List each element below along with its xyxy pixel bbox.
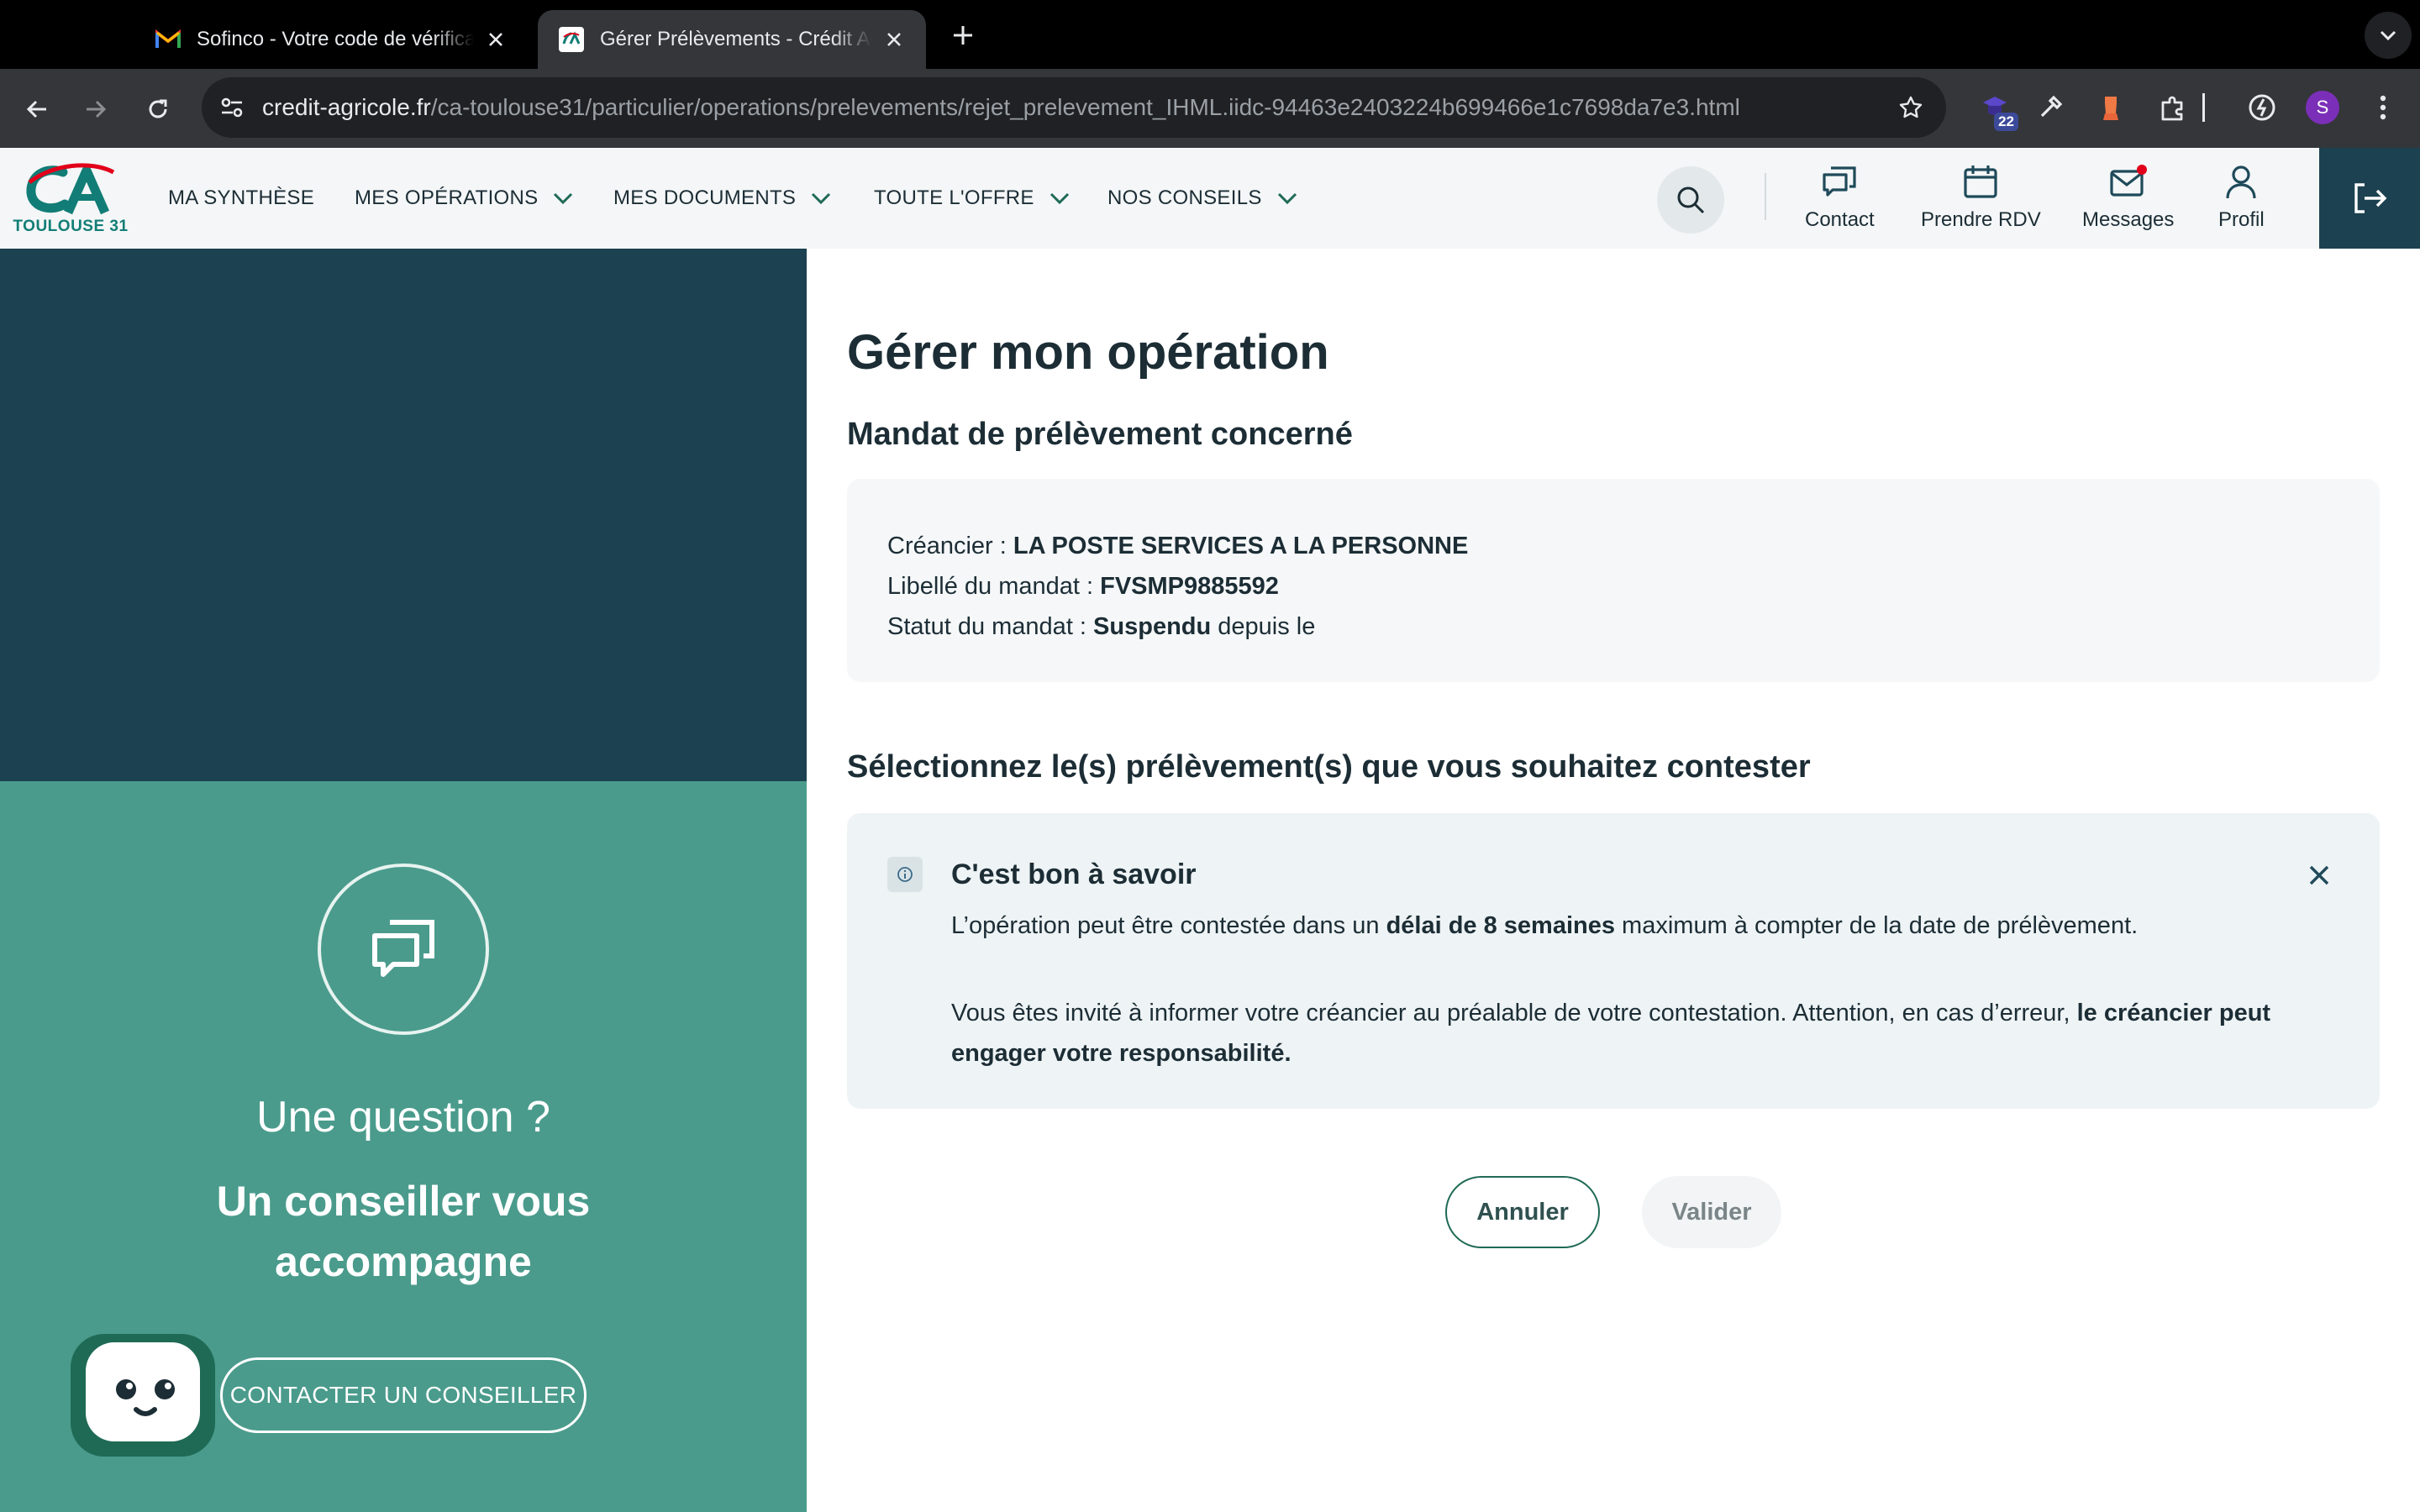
info-p1-end: maximum à compter de la date de prélèvem…: [1615, 912, 2139, 939]
nav-label: NOS CONSEILS: [1107, 186, 1262, 209]
gmail-icon: [155, 26, 182, 53]
mandat-heading: Mandat de prélèvement concerné: [847, 417, 1353, 452]
address-bar[interactable]: credit-agricole.fr/ca-toulouse31/particu…: [202, 77, 1946, 138]
prendre-rdv-button[interactable]: Prendre RDV: [1921, 160, 2041, 232]
search-button[interactable]: [1657, 166, 1724, 234]
nav-label: MES OPÉRATIONS: [355, 186, 539, 209]
nav-nos-conseils[interactable]: NOS CONSEILS: [1107, 183, 1299, 213]
site-settings-icon[interactable]: [213, 89, 250, 126]
advisor-line-2: accompagne: [275, 1238, 532, 1285]
nav-mes-operations[interactable]: MES OPÉRATIONS: [355, 183, 575, 213]
tab-search-chevron-icon[interactable]: [2365, 12, 2412, 59]
url-domain: credit-agricole.fr: [262, 94, 431, 120]
left-panel-top: [0, 249, 807, 781]
statut-row: Statut du mandat : Suspendu depuis le: [887, 606, 2380, 647]
contact-button[interactable]: Contact: [1805, 160, 1875, 232]
user-icon: [2219, 160, 2263, 203]
credit-agricole-logo[interactable]: TOULOUSE 31: [0, 148, 141, 249]
info-title: C'est bon à savoir: [951, 858, 1197, 890]
extension-badge: 22: [1994, 113, 2018, 131]
creancier-value: LA POSTE SERVICES A LA PERSONNE: [1013, 533, 1469, 559]
calendar-icon: [1959, 160, 2002, 203]
tab-title: Sofinco - Votre code de vérification: [197, 28, 474, 50]
statut-value: Suspendu: [1093, 613, 1212, 640]
creancier-row: Créancier : LA POSTE SERVICES A LA PERSO…: [887, 526, 2380, 566]
statut-label: Statut du mandat :: [887, 613, 1094, 640]
nav-label: MA SYNTHÈSE: [168, 186, 315, 209]
info-paragraph-2: Vous êtes invité à informer votre créanc…: [951, 993, 2329, 1074]
advisor-chat-circle: [318, 864, 489, 1035]
tab-title: Gérer Prélèvements - Crédit Agricole: [600, 28, 872, 50]
mandat-card: Créancier : LA POSTE SERVICES A LA PERSO…: [847, 479, 2380, 682]
info-paragraph-1: L’opération peut être contestée dans un …: [951, 912, 2138, 940]
chevron-down-icon: [553, 187, 575, 209]
rdv-label: Prendre RDV: [1921, 208, 2041, 231]
nav-mes-documents[interactable]: MES DOCUMENTS: [613, 183, 833, 213]
chevron-down-icon: [1277, 187, 1299, 209]
extension-icon[interactable]: 22: [1975, 87, 2018, 131]
info-p2-start: Vous êtes invité à informer votre créanc…: [951, 1000, 2077, 1026]
nav-label: TOUTE L'OFFRE: [874, 186, 1034, 209]
info-p1-bold: délai de 8 semaines: [1386, 912, 1615, 939]
header-divider: [1765, 173, 1766, 220]
mail-icon: [2107, 160, 2150, 203]
contact-advisor-button[interactable]: CONTACTER UN CONSEILLER: [220, 1357, 587, 1433]
cancel-button[interactable]: Annuler: [1445, 1176, 1600, 1248]
new-tab-icon[interactable]: [946, 18, 980, 52]
search-icon: [1676, 185, 1706, 215]
nav-label: MES DOCUMENTS: [613, 186, 797, 209]
eyedropper-extension-icon[interactable]: [2030, 87, 2070, 128]
chat-icon: [1818, 160, 1861, 203]
libelle-label: Libellé du mandat :: [887, 573, 1101, 600]
close-icon[interactable]: [2301, 857, 2338, 894]
reload-icon[interactable]: [139, 91, 176, 128]
chatbot-face-icon[interactable]: [86, 1342, 200, 1441]
logout-icon: [2351, 181, 2388, 215]
advisor-line-1: Un conseiller vous: [216, 1178, 591, 1225]
nav-ma-synthese[interactable]: MA SYNTHÈSE: [168, 183, 314, 213]
question-text: Une question ?: [256, 1093, 550, 1142]
advisor-heading: Un conseiller vous accompagne: [151, 1171, 655, 1292]
browser-tab-credit-agricole[interactable]: Gérer Prélèvements - Crédit Agricole: [538, 10, 926, 69]
contact-label: Contact: [1805, 208, 1875, 231]
bookmark-star-icon[interactable]: [1892, 89, 1929, 126]
libelle-row: Libellé du mandat : FVSMP9885592: [887, 566, 2380, 606]
url-path: /ca-toulouse31/particulier/operations/pr…: [430, 94, 1740, 120]
profil-label: Profil: [2218, 208, 2265, 231]
chess-extension-icon[interactable]: [2091, 87, 2131, 128]
info-p1-start: L’opération peut être contestée dans un: [951, 912, 1386, 939]
more-menu-icon[interactable]: [2363, 87, 2403, 128]
url-text: credit-agricole.fr/ca-toulouse31/particu…: [262, 94, 1892, 121]
close-tab-icon[interactable]: [882, 28, 906, 51]
extensions-puzzle-icon[interactable]: [2153, 87, 2193, 128]
chat-bubbles-icon: [370, 917, 437, 981]
select-heading: Sélectionnez le(s) prélèvement(s) que vo…: [847, 749, 1811, 785]
validate-button[interactable]: Valider: [1642, 1176, 1781, 1248]
profil-button[interactable]: Profil: [2218, 160, 2265, 232]
logo-subtitle: TOULOUSE 31: [13, 218, 129, 235]
browser-tab-sofinco[interactable]: Sofinco - Votre code de vérification: [134, 10, 528, 69]
back-arrow-icon[interactable]: [18, 91, 55, 128]
close-tab-icon[interactable]: [484, 28, 508, 51]
forward-arrow-icon[interactable]: [77, 91, 114, 128]
page-title: Gérer mon opération: [847, 325, 1329, 380]
messages-label: Messages: [2082, 208, 2175, 231]
profile-avatar[interactable]: S: [2306, 91, 2339, 124]
logout-button[interactable]: [2319, 148, 2420, 249]
libelle-value: FVSMP9885592: [1100, 573, 1279, 600]
toolbar-divider: [2198, 87, 2210, 128]
nav-toute-l-offre[interactable]: TOUTE L'OFFRE: [874, 183, 1071, 213]
chevron-down-icon: [1050, 187, 1071, 209]
info-icon: [887, 857, 923, 892]
creancier-label: Créancier :: [887, 533, 1013, 559]
credit-agricole-favicon: [558, 26, 585, 53]
messages-button[interactable]: Messages: [2082, 160, 2174, 232]
performance-icon[interactable]: [2242, 87, 2282, 128]
info-box: C'est bon à savoir L’opération peut être…: [847, 813, 2380, 1109]
chevron-down-icon: [811, 187, 833, 209]
statut-suffix: depuis le: [1211, 613, 1316, 640]
